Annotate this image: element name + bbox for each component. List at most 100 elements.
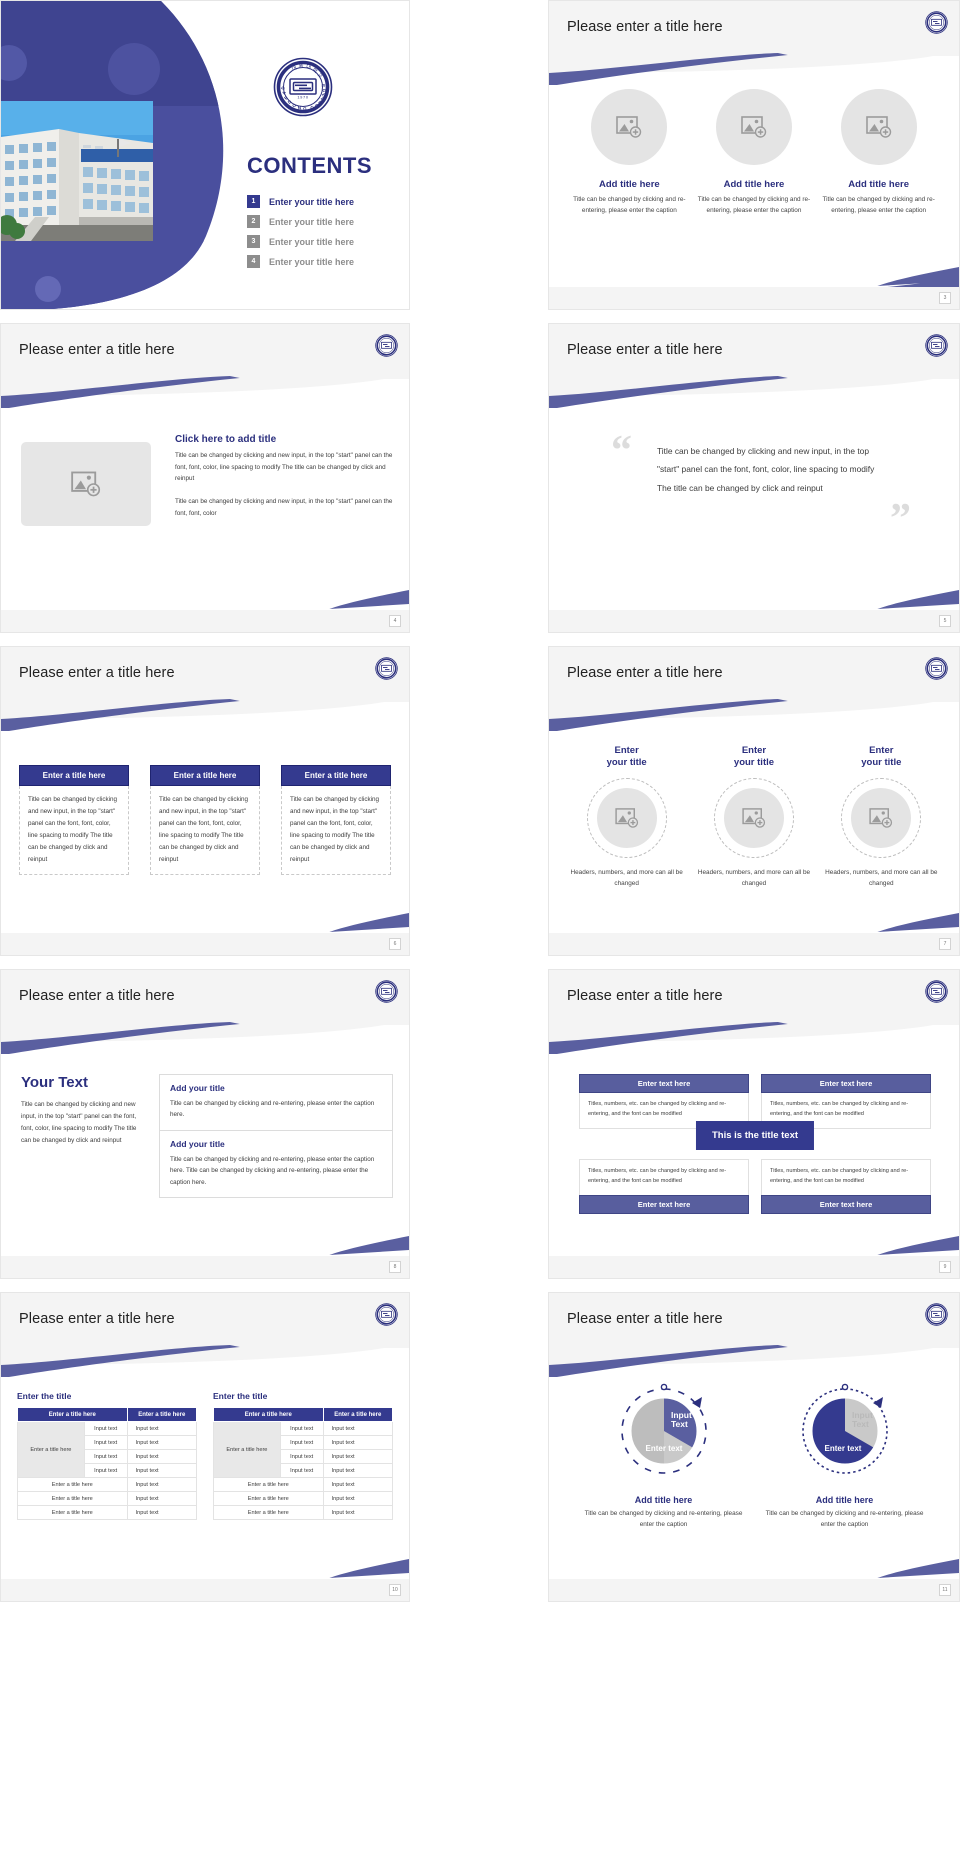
ring-outline bbox=[713, 777, 794, 858]
slide-title: Please enter a title here bbox=[567, 19, 723, 35]
slide-2[interactable]: Please enter a title here Add title here… bbox=[411, 0, 960, 310]
image-placeholder[interactable] bbox=[21, 442, 151, 526]
circle-body: Title can be changed by clicking and re-… bbox=[822, 196, 935, 214]
ring-column: Enter your title Headers, numbers, and m… bbox=[694, 745, 814, 889]
ring-title: Enter your title bbox=[606, 745, 647, 769]
table-header-cell: Enter a title here bbox=[322, 1407, 394, 1422]
content-box[interactable]: Add your title Title can be changed by c… bbox=[159, 1074, 393, 1131]
slide-4[interactable]: Please enter a title here “ Title can be… bbox=[411, 323, 960, 633]
data-table: Enter a title here Enter a title here En… bbox=[17, 1407, 198, 1520]
ring-caption: Headers, numbers, and more can all be ch… bbox=[697, 868, 811, 887]
circle-column: Add title here Title can be changed by c… bbox=[819, 89, 939, 216]
content-paragraph: Title can be changed by clicking and new… bbox=[21, 1101, 137, 1144]
campus-photo bbox=[1, 101, 153, 241]
college-seal-logo bbox=[925, 980, 948, 1003]
card-body: Title can be changed by clicking and new… bbox=[19, 786, 129, 875]
college-seal-logo bbox=[375, 657, 398, 680]
circle-column: Add title here Title can be changed by c… bbox=[694, 89, 814, 216]
card: Enter a title here Title can be changed … bbox=[19, 765, 129, 875]
slide-title: Please enter a title here bbox=[19, 665, 175, 681]
page-number: 10 bbox=[389, 1584, 401, 1596]
page-number: 3 bbox=[939, 292, 951, 304]
card-body: Title can be changed by clicking and new… bbox=[281, 786, 391, 875]
image-placeholder-circle[interactable] bbox=[596, 787, 657, 848]
table-merged-label: Enter a title here bbox=[17, 1421, 85, 1478]
table-cell: Enter a title here bbox=[213, 1477, 324, 1492]
cell-header: Enter text here bbox=[579, 1074, 749, 1093]
ring-caption: Headers, numbers, and more can all be ch… bbox=[570, 868, 683, 887]
table-cell: Input text bbox=[322, 1505, 394, 1520]
footer-swoosh-decoration bbox=[549, 265, 959, 287]
table-cell: Input text bbox=[279, 1435, 324, 1450]
table-header-cell: Enter a title here bbox=[17, 1407, 128, 1422]
table-header-cell: Enter a title here bbox=[126, 1407, 198, 1422]
image-placeholder-circle[interactable] bbox=[840, 89, 917, 165]
center-title-badge: This is the title text bbox=[695, 1121, 815, 1150]
table-cell: Input text bbox=[322, 1435, 394, 1450]
table-cell: Input text bbox=[83, 1435, 128, 1450]
box-body: Title can be changed by clicking and re-… bbox=[170, 1156, 375, 1186]
slide-3[interactable]: Please enter a title here Click here to … bbox=[0, 323, 410, 633]
toc-label: Enter your title here bbox=[269, 216, 355, 227]
slide-title: Please enter a title here bbox=[567, 988, 723, 1004]
toc-item[interactable]: 2 Enter your title here bbox=[247, 215, 354, 228]
circle-title: Add title here bbox=[723, 179, 785, 190]
circle-body: Title can be changed by clicking and re-… bbox=[697, 196, 811, 214]
slide-10[interactable]: Please enter a title here Input Text Ent… bbox=[411, 1292, 960, 1602]
table-row: Enter a title here Input text bbox=[213, 1477, 394, 1492]
content-paragraph-1: Title can be changed by clicking and new… bbox=[175, 452, 393, 483]
table-block: Enter the title Enter a title here Enter… bbox=[213, 1391, 394, 1520]
toc-number: 1 bbox=[247, 195, 260, 208]
image-placeholder-circle[interactable] bbox=[851, 787, 912, 848]
card-body: Title can be changed by clicking and new… bbox=[150, 786, 260, 875]
quote-text: Title can be changed by clicking and new… bbox=[657, 446, 875, 493]
content-heading: Your Text bbox=[21, 1074, 88, 1091]
table-row: Enter a title here Input text Input text bbox=[213, 1421, 394, 1478]
ring-column: Enter your title Headers, numbers, and m… bbox=[821, 745, 941, 889]
image-placeholder-circle[interactable] bbox=[723, 787, 784, 848]
donut-arc-label: Enter text bbox=[824, 1444, 861, 1453]
slide-5[interactable]: Please enter a title here Enter a title … bbox=[0, 646, 410, 956]
table-cell: Enter a title here bbox=[17, 1491, 128, 1506]
page-number: 11 bbox=[939, 1584, 951, 1596]
table-header-row: Enter a title here Enter a title here bbox=[17, 1407, 198, 1422]
slide-6[interactable]: Please enter a title here Enter your tit… bbox=[411, 646, 960, 956]
toc-label: Enter your title here bbox=[269, 256, 355, 267]
table-cell: Input text bbox=[322, 1421, 394, 1436]
college-seal-logo: 1970 대 동 대 학 교 D A E D O N G C O L L E G… bbox=[273, 57, 333, 117]
svg-text:1970: 1970 bbox=[297, 95, 308, 100]
box-body: Title can be changed by clicking and re-… bbox=[170, 1100, 375, 1119]
donut-chart: Input Text Enter text bbox=[795, 1381, 895, 1481]
slide-footer bbox=[549, 1256, 959, 1278]
image-placeholder-circle[interactable] bbox=[715, 89, 792, 165]
table-merged-label: Enter a title here bbox=[213, 1421, 281, 1478]
table-row: Enter a title here Input text bbox=[213, 1491, 394, 1506]
circle-column: Add title here Title can be changed by c… bbox=[569, 89, 689, 216]
toc-item[interactable]: 3 Enter your title here bbox=[247, 235, 354, 248]
slide-row-2: Please enter a title here Click here to … bbox=[0, 323, 960, 633]
three-ring-columns: Enter your title Headers, numbers, and m… bbox=[549, 745, 959, 889]
cell-body: Titles, numbers, etc. can be changed by … bbox=[579, 1159, 749, 1195]
slide-footer bbox=[1, 933, 409, 955]
table-cell: Enter a title here bbox=[213, 1505, 324, 1520]
slide-8[interactable]: Please enter a title here Enter text her… bbox=[411, 969, 960, 1279]
table-row: Enter a title here Input text Input text bbox=[17, 1421, 198, 1478]
donut-title: Add title here bbox=[815, 1495, 874, 1505]
image-placeholder-circle[interactable] bbox=[591, 89, 668, 165]
donut-inner-label-2: Text bbox=[671, 1419, 688, 1429]
toc-item[interactable]: 4 Enter your title here bbox=[247, 255, 354, 268]
slide-9[interactable]: Please enter a title here Enter the titl… bbox=[0, 1292, 410, 1602]
circle-title: Add title here bbox=[598, 179, 660, 190]
quadrant-table: Enter text here Titles, numbers, etc. ca… bbox=[579, 1074, 931, 1214]
cell-body: Titles, numbers, etc. can be changed by … bbox=[761, 1159, 931, 1195]
college-seal-logo bbox=[375, 334, 398, 357]
page-number: 7 bbox=[939, 938, 951, 950]
college-seal-logo bbox=[925, 1303, 948, 1326]
slide-1-cover[interactable]: 1970 대 동 대 학 교 D A E D O N G C O L L E G… bbox=[0, 0, 410, 310]
content-paragraph-2: Title can be changed by clicking and new… bbox=[175, 497, 393, 517]
slide-footer bbox=[549, 933, 959, 955]
slide-7[interactable]: Please enter a title here Your Text Titl… bbox=[0, 969, 410, 1279]
content-box[interactable]: Add your title Title can be changed by c… bbox=[159, 1130, 393, 1198]
toc-label: Enter your title here bbox=[269, 236, 355, 247]
toc-item[interactable]: 1 Enter your title here bbox=[247, 195, 354, 208]
